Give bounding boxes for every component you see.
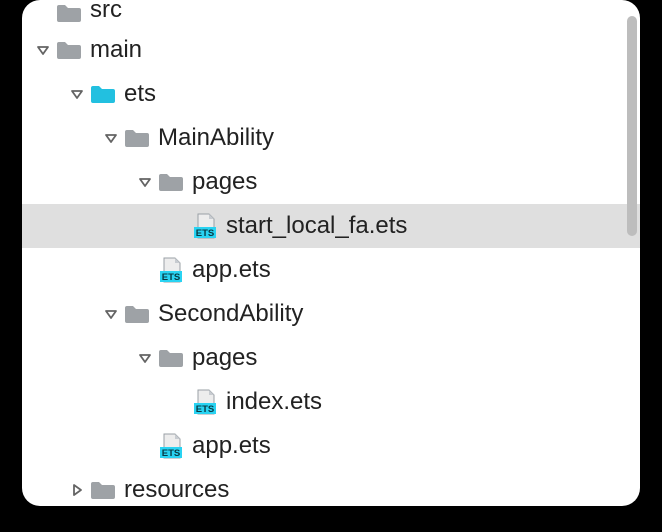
chevron-down-icon[interactable] <box>136 175 154 189</box>
tree-row-ets[interactable]: ets <box>22 72 640 116</box>
tree-row-main[interactable]: main <box>22 28 640 72</box>
folder-icon <box>124 127 150 149</box>
tree-row-sa-index[interactable]: ETS index.ets <box>22 380 640 424</box>
folder-icon <box>90 479 116 501</box>
chevron-down-icon[interactable] <box>102 131 120 145</box>
file-tree[interactable]: src main etsMainAbility pages ETS start_local… <box>22 0 640 506</box>
tree-row-label: app.ets <box>190 256 271 284</box>
folder-icon <box>158 171 184 193</box>
tree-row-label: start_local_fa.ets <box>224 212 407 240</box>
file-tree-panel: src main etsMainAbility pages ETS start_local… <box>22 0 640 506</box>
svg-text:ETS: ETS <box>162 272 180 283</box>
tree-row-label: MainAbility <box>156 124 274 152</box>
chevron-down-icon[interactable] <box>68 87 86 101</box>
svg-text:ETS: ETS <box>196 404 214 415</box>
tree-row-label: resources <box>122 476 229 504</box>
chevron-right-icon[interactable] <box>68 483 86 497</box>
tree-row-resources[interactable]: resources <box>22 468 640 506</box>
tree-row-src[interactable]: src <box>22 0 640 28</box>
tree-row-label: src <box>88 0 122 24</box>
tree-row-sa-app[interactable]: ETS app.ets <box>22 424 640 468</box>
vertical-scrollbar-thumb[interactable] <box>627 16 637 236</box>
tree-row-ma-app[interactable]: ETS app.ets <box>22 248 640 292</box>
tree-row-label: app.ets <box>190 432 271 460</box>
chevron-down-icon[interactable] <box>102 307 120 321</box>
svg-text:ETS: ETS <box>196 228 214 239</box>
folder-icon <box>90 83 116 105</box>
folder-icon <box>56 39 82 61</box>
svg-text:ETS: ETS <box>162 448 180 459</box>
tree-row-label: ets <box>122 80 156 108</box>
folder-icon <box>56 2 82 24</box>
tree-row-ma-pages[interactable]: pages <box>22 160 640 204</box>
folder-icon <box>158 347 184 369</box>
tree-row-label: main <box>88 36 142 64</box>
tree-row-label: SecondAbility <box>156 300 303 328</box>
tree-row-label: pages <box>190 344 257 372</box>
tree-row-sa-pages[interactable]: pages <box>22 336 640 380</box>
folder-icon <box>124 303 150 325</box>
chevron-down-icon[interactable] <box>34 43 52 57</box>
ets-file-icon: ETS <box>192 389 218 415</box>
tree-row-label: pages <box>190 168 257 196</box>
tree-row-secondability[interactable]: SecondAbility <box>22 292 640 336</box>
ets-file-icon: ETS <box>158 433 184 459</box>
tree-row-label: index.ets <box>224 388 322 416</box>
chevron-down-icon[interactable] <box>136 351 154 365</box>
tree-row-mainability[interactable]: MainAbility <box>22 116 640 160</box>
ets-file-icon: ETS <box>158 257 184 283</box>
tree-row-slf[interactable]: ETS start_local_fa.ets <box>22 204 640 248</box>
ets-file-icon: ETS <box>192 213 218 239</box>
